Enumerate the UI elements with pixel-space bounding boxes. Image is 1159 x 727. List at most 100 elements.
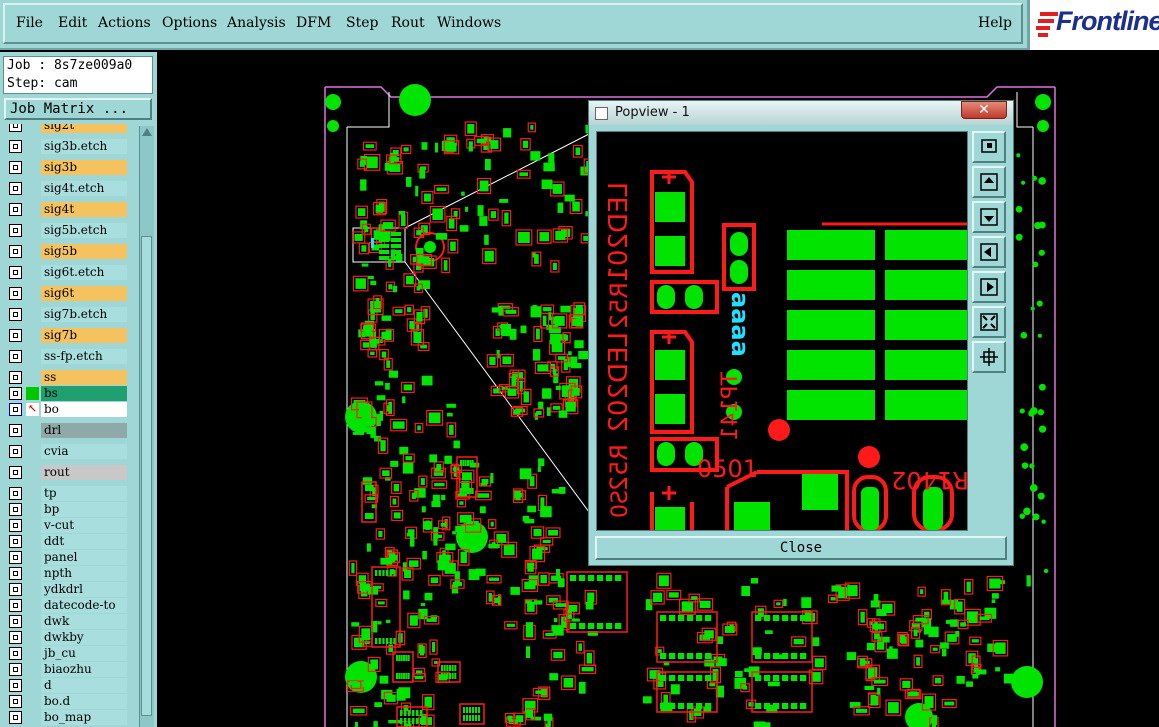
layer-checkbox[interactable] [9, 161, 22, 174]
layer-checkbox[interactable] [9, 466, 22, 479]
layer-name[interactable]: ss-fp.etch [41, 349, 127, 364]
layer-name[interactable]: sig4t.etch [41, 181, 127, 196]
layer-checkbox[interactable] [9, 711, 22, 724]
layer-row[interactable]: d [5, 678, 127, 694]
layer-checkbox[interactable] [9, 350, 22, 363]
menu-edit[interactable]: Edit [58, 15, 87, 31]
layer-name[interactable]: jb_cu [41, 646, 127, 661]
layer-name[interactable]: bo.d [41, 694, 127, 709]
popview-titlebar[interactable]: Popview - 1 ✕ [589, 101, 1013, 125]
layer-row[interactable]: ydkdrl [5, 582, 127, 598]
layer-row[interactable]: dwk [5, 614, 127, 630]
layer-row[interactable]: dwkby [5, 630, 127, 646]
layer-row[interactable]: ss-fp.etch [5, 349, 127, 365]
layer-row[interactable]: sig2t [5, 124, 127, 134]
close-button[interactable]: Close [595, 536, 1007, 560]
layer-name[interactable]: d [41, 678, 127, 693]
layer-name[interactable]: bo [41, 402, 127, 417]
scroll-thumb[interactable] [141, 236, 152, 716]
layer-name[interactable]: sig6t [41, 286, 127, 301]
layer-name[interactable]: sig6t.etch [41, 265, 127, 280]
menu-help[interactable]: Help [978, 15, 1012, 31]
zoom-in-icon[interactable] [972, 306, 1006, 338]
layer-row[interactable]: rout [5, 465, 127, 481]
layer-name[interactable]: drl [41, 423, 127, 438]
layer-checkbox[interactable] [9, 695, 22, 708]
layer-row[interactable]: biaozhu [5, 662, 127, 678]
layer-row[interactable]: sig4t [5, 202, 127, 218]
menu-file[interactable]: File [16, 15, 43, 31]
zoom-out-icon[interactable] [972, 341, 1006, 373]
layer-name[interactable]: dwkby [41, 630, 127, 645]
layer-row[interactable]: sig5b.etch [5, 223, 127, 239]
layer-name[interactable]: bs [41, 386, 127, 401]
layer-affected-indicator[interactable] [26, 387, 39, 400]
pan-up-icon[interactable] [972, 166, 1006, 198]
layer-name[interactable]: sig5b.etch [41, 223, 127, 238]
layer-checkbox[interactable] [9, 182, 22, 195]
menu-analysis[interactable]: Analysis [227, 15, 286, 31]
layer-row[interactable]: ddt [5, 534, 127, 550]
layer-name[interactable]: v-cut [41, 518, 127, 533]
layer-row[interactable]: bp [5, 502, 127, 518]
layer-checkbox[interactable] [9, 329, 22, 342]
layer-name[interactable]: sig7b [41, 328, 127, 343]
layer-checkbox[interactable] [9, 445, 22, 458]
layer-row[interactable]: tp [5, 486, 127, 502]
layer-row[interactable]: sig6t.etch [5, 265, 127, 281]
layer-row[interactable]: v-cut [5, 518, 127, 534]
layer-name[interactable]: tp [41, 486, 127, 501]
layer-row[interactable]: cvia [5, 444, 127, 460]
layer-checkbox[interactable] [9, 140, 22, 153]
menu-step[interactable]: Step [346, 15, 378, 31]
zoom-fit-icon[interactable] [972, 131, 1006, 163]
layer-row[interactable]: jb_cu [5, 646, 127, 662]
menu-rout[interactable]: Rout [391, 15, 425, 31]
layer-name[interactable]: sig4t [41, 202, 127, 217]
layer-checkbox[interactable] [9, 567, 22, 580]
layer-name[interactable]: npth [41, 566, 127, 581]
layer-name[interactable]: cvia [41, 444, 127, 459]
layer-row[interactable]: ↖ bo [5, 402, 127, 418]
layer-checkbox[interactable] [9, 503, 22, 516]
layer-row[interactable]: sig3b.etch [5, 139, 127, 155]
layer-name[interactable]: sig2t [41, 124, 127, 133]
layer-row[interactable]: sig7b [5, 328, 127, 344]
close-icon[interactable]: ✕ [961, 101, 1007, 119]
pan-down-icon[interactable] [972, 201, 1006, 233]
popview-canvas[interactable]: LED201 R52 LED202 R52 S0 aaaa TP141 R140… [596, 131, 968, 531]
layer-checkbox[interactable] [9, 203, 22, 216]
layer-checkbox[interactable] [9, 124, 22, 132]
layer-row[interactable]: ss [5, 370, 127, 386]
layer-checkbox[interactable] [9, 599, 22, 612]
layer-row[interactable]: bs [5, 386, 127, 402]
layer-checkbox[interactable] [9, 519, 22, 532]
menu-windows[interactable]: Windows [437, 15, 501, 31]
layer-row[interactable]: npth [5, 566, 127, 582]
layer-list-scrollbar[interactable] [139, 126, 154, 727]
layer-row[interactable]: bo.d [5, 694, 127, 710]
layer-checkbox[interactable] [9, 387, 22, 400]
layer-name[interactable]: biaozhu [41, 662, 127, 677]
layer-row[interactable]: panel [5, 550, 127, 566]
job-matrix-button[interactable]: Job Matrix ... [4, 98, 152, 120]
layer-row[interactable]: drl [5, 423, 127, 439]
layer-checkbox[interactable] [9, 631, 22, 644]
layer-checkbox[interactable] [9, 371, 22, 384]
layer-checkbox[interactable] [9, 245, 22, 258]
layer-name[interactable]: bo_map [41, 710, 127, 725]
scroll-up-icon[interactable] [142, 128, 152, 136]
layer-row[interactable]: sig3b [5, 160, 127, 176]
layer-name[interactable]: sig3b.etch [41, 139, 127, 154]
layer-row[interactable]: sig7b.etch [5, 307, 127, 323]
layer-name[interactable]: ss [41, 370, 127, 385]
layer-checkbox[interactable] [9, 551, 22, 564]
layer-name[interactable]: sig5b [41, 244, 127, 259]
layer-name[interactable]: panel [41, 550, 127, 565]
layer-checkbox[interactable] [9, 535, 22, 548]
layer-row[interactable]: datecode-to [5, 598, 127, 614]
menu-options[interactable]: Options [162, 15, 217, 31]
layer-checkbox[interactable] [9, 287, 22, 300]
layer-name[interactable]: datecode-to [41, 598, 127, 613]
layer-name[interactable]: rout [41, 465, 127, 480]
